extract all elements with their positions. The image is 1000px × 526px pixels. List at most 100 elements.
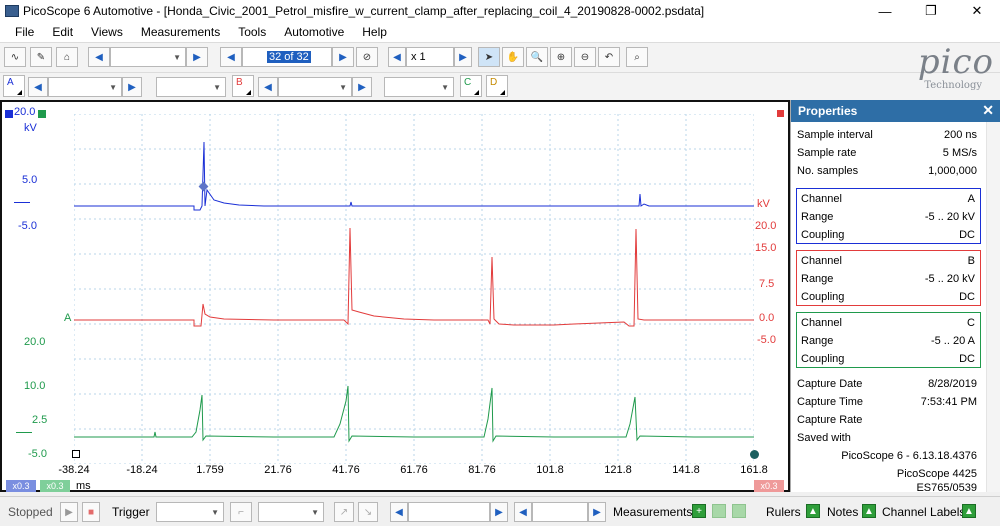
trigger-level-field[interactable]: [408, 502, 490, 522]
prop-value: 5 MS/s: [942, 147, 977, 159]
close-icon[interactable]: ✕: [982, 102, 994, 119]
channel-a-button[interactable]: A: [3, 75, 25, 97]
axis-c-offset-marker[interactable]: [16, 432, 32, 433]
channel-b-range-select[interactable]: ▼: [278, 77, 352, 97]
zoom-next-button[interactable]: ▶: [454, 47, 472, 67]
prop-label: Channel: [801, 255, 842, 267]
axis-a-offset-marker[interactable]: [14, 202, 30, 203]
channel-c-button[interactable]: C: [460, 75, 482, 97]
trace-channel-b: [74, 227, 754, 327]
app-icon: [5, 5, 19, 17]
zoom-prev-button[interactable]: ◀: [388, 47, 406, 67]
menu-help[interactable]: Help: [353, 25, 396, 39]
zoom-overview-icon[interactable]: ⌕: [626, 47, 648, 67]
menu-automotive[interactable]: Automotive: [275, 25, 353, 39]
zoom-out-icon[interactable]: ⊖: [574, 47, 596, 67]
menu-file[interactable]: File: [6, 25, 43, 39]
trigger-mode-select[interactable]: ▼: [156, 502, 224, 522]
properties-scrollbar[interactable]: [986, 122, 1000, 492]
channel-a-range-select[interactable]: ▼: [48, 77, 122, 97]
close-button[interactable]: ✕: [954, 0, 1000, 22]
hand-icon[interactable]: ✋: [502, 47, 524, 67]
zoom-box-icon[interactable]: 🔍: [526, 47, 548, 67]
prop-value: C: [967, 317, 975, 329]
pretrigger-prev[interactable]: ◀: [514, 502, 532, 522]
prop-label: Capture Time: [797, 396, 864, 408]
channel-labels-toggle-icon[interactable]: ▲: [962, 504, 976, 518]
menu-measurements[interactable]: Measurements: [132, 25, 229, 39]
view-select[interactable]: ▼: [110, 47, 186, 67]
maximize-button[interactable]: ❐: [908, 0, 954, 22]
channel-a-range-prev[interactable]: ◀: [28, 77, 48, 97]
pretrigger-next[interactable]: ▶: [588, 502, 606, 522]
channel-b-button[interactable]: B: [232, 75, 254, 97]
pointer-icon[interactable]: ➤: [478, 47, 500, 67]
play-icon[interactable]: ▶: [60, 502, 78, 522]
prop-value: DC: [959, 291, 975, 303]
channel-b-range-prev[interactable]: ◀: [258, 77, 278, 97]
prop-label: No. samples: [797, 165, 859, 177]
channel-row: Channel C: [801, 314, 975, 332]
right-ruler-handle[interactable]: [750, 450, 759, 459]
prop-value: 8/28/2019: [928, 378, 977, 390]
trigger-channel-select[interactable]: ▼: [258, 502, 324, 522]
prev-buffer-button[interactable]: ◀: [220, 47, 242, 67]
notes-toggle-icon[interactable]: ▲: [862, 504, 876, 518]
x-tick-0: -38.24: [58, 464, 90, 476]
buffer-position-field[interactable]: 32 of 32: [242, 47, 332, 67]
trigger-level-next[interactable]: ▶: [490, 502, 508, 522]
axis-b-7-5: 7.5: [759, 278, 775, 290]
channel-b-range-next[interactable]: ▶: [352, 77, 372, 97]
axis-a-top: 20.0: [14, 106, 36, 118]
menu-bar: File Edit Views Measurements Tools Autom…: [0, 22, 1000, 42]
zoom-badge-a[interactable]: x0.3: [6, 480, 36, 492]
rising-edge-icon[interactable]: ↗: [334, 502, 354, 522]
stop-icon[interactable]: ■: [82, 502, 100, 522]
channel-a-label: A: [7, 77, 14, 88]
delete-measurement-icon[interactable]: [732, 504, 746, 518]
waveform-plot[interactable]: [74, 114, 754, 464]
waveform-icon[interactable]: ∿: [4, 47, 26, 67]
prop-label: Sample rate: [797, 147, 857, 159]
channel-c-marker: [38, 110, 46, 118]
axis-a-unit: kV: [24, 122, 37, 134]
trigger-level-prev[interactable]: ◀: [390, 502, 408, 522]
x-tick-4: 41.76: [332, 464, 360, 476]
channel-a-range-next[interactable]: ▶: [122, 77, 142, 97]
add-measurement-icon[interactable]: +: [692, 504, 706, 518]
pretrigger-field[interactable]: [532, 502, 588, 522]
range-row: Range -5 .. 20 kV: [801, 270, 975, 288]
next-view-button[interactable]: ▶: [186, 47, 208, 67]
prop-label: Coupling: [801, 291, 845, 303]
minimize-button[interactable]: —: [862, 0, 908, 22]
channel-b-coupling-select[interactable]: ▼: [384, 77, 454, 97]
zoom-badge-b[interactable]: x0.3: [754, 480, 784, 492]
trigger-edge-icon[interactable]: ⌐: [230, 502, 252, 522]
undo-zoom-icon[interactable]: ↶: [598, 47, 620, 67]
scope-view[interactable]: 20.0 kV 5.0 -5.0 A 20.0 10.0 2.5 -5.0 kV…: [0, 100, 790, 492]
edit-measurement-icon[interactable]: [712, 504, 726, 518]
zoom-in-icon[interactable]: ⊕: [550, 47, 572, 67]
compass-icon[interactable]: ⊘: [356, 47, 378, 67]
left-ruler-handle[interactable]: [72, 450, 80, 458]
rulers-label: Rulers: [766, 505, 801, 519]
next-buffer-button[interactable]: ▶: [332, 47, 354, 67]
prop-label: Channel: [801, 193, 842, 205]
axis-a-letter: A: [64, 312, 72, 324]
prop-capture-time: Capture Time 7:53:41 PM: [797, 393, 977, 411]
rulers-toggle-icon[interactable]: ▲: [806, 504, 820, 518]
menu-edit[interactable]: Edit: [43, 25, 82, 39]
home-icon[interactable]: ⌂: [56, 47, 78, 67]
falling-edge-icon[interactable]: ↘: [358, 502, 378, 522]
prev-view-button[interactable]: ◀: [88, 47, 110, 67]
properties-panel: Properties ✕ Sample interval 200 ns Samp…: [790, 100, 1000, 492]
channel-d-button[interactable]: D: [486, 75, 508, 97]
x-tick-2: 1.759: [196, 464, 224, 476]
zoom-field[interactable]: x 1: [406, 47, 454, 67]
menu-views[interactable]: Views: [82, 25, 132, 39]
zoom-badge-c[interactable]: x0.3: [40, 480, 70, 492]
channel-a-coupling-select[interactable]: ▼: [156, 77, 226, 97]
menu-tools[interactable]: Tools: [229, 25, 275, 39]
probe-icon[interactable]: ✎: [30, 47, 52, 67]
x-tick-10: 161.8: [740, 464, 768, 476]
